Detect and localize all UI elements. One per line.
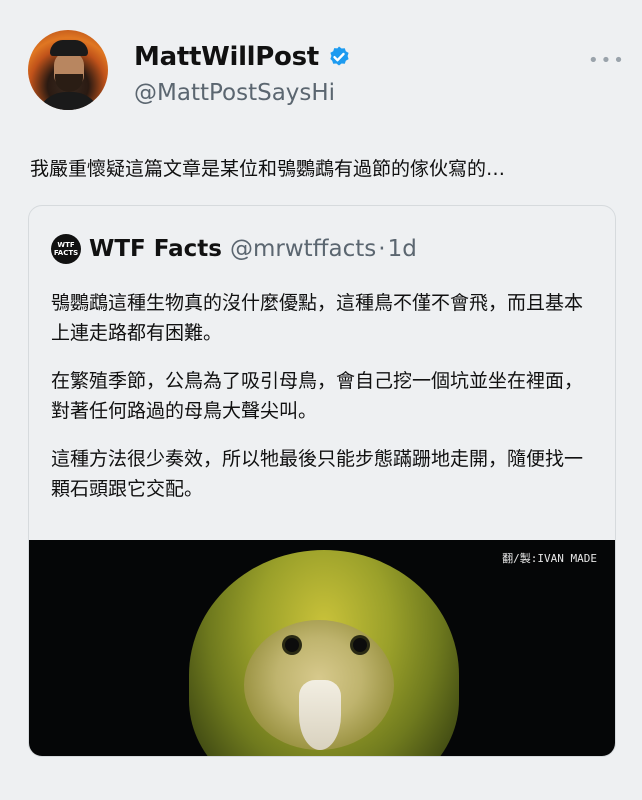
quoted-tweet-body: 鴞鸚鵡這種生物真的沒什麼優點，這種鳥不僅不會飛，而且基本上連走路都有困難。 在繁…	[51, 288, 596, 522]
quoted-author-avatar[interactable]: WTF FACTS	[51, 234, 81, 264]
quoted-timestamp[interactable]: 1d	[388, 236, 417, 262]
author-avatar[interactable]	[28, 30, 108, 110]
quoted-author-handle[interactable]: @mrwtffacts	[230, 236, 376, 262]
image-credit: 翻/製:IVAN MADE	[502, 552, 597, 565]
more-options-icon[interactable]: •••	[588, 50, 626, 71]
avatar-hat	[50, 40, 88, 56]
tweet-header: MattWillPost @MattPostSaysHi •••	[0, 0, 642, 140]
kakapo-bird	[189, 550, 459, 756]
kakapo-photo[interactable]: 翻/製:IVAN MADE	[29, 540, 615, 756]
dot-separator: ·	[378, 236, 386, 262]
bird-eye-left	[285, 638, 299, 652]
quoted-paragraph: 在繁殖季節，公鳥為了吸引母鳥，會自己挖一個坑並坐在裡面，對著任何路過的母鳥大聲尖…	[51, 370, 584, 422]
quoted-author-name[interactable]: WTF Facts	[89, 236, 222, 262]
quoted-tweet-header: WTF FACTS WTF Facts @mrwtffacts · 1d	[51, 232, 417, 266]
logo-text-bottom: FACTS	[53, 249, 79, 257]
author-handle[interactable]: @MattPostSaysHi	[134, 80, 335, 106]
quoted-paragraph: 這種方法很少奏效，所以牠最後只能步態蹣跚地走開，隨便找一顆石頭跟它交配。	[51, 448, 584, 500]
logo-text-top: WTF	[57, 241, 75, 249]
quoted-tweet-card[interactable]: WTF FACTS WTF Facts @mrwtffacts · 1d 鴞鸚鵡…	[28, 205, 616, 757]
quoted-paragraph: 鴞鸚鵡這種生物真的沒什麼優點，這種鳥不僅不會飛，而且基本上連走路都有困難。	[51, 292, 584, 344]
author-name[interactable]: MattWillPost	[134, 42, 351, 72]
avatar-shoulders	[36, 92, 102, 110]
tweet-text: 我嚴重懷疑這篇文章是某位和鴞鸚鵡有過節的傢伙寫的…	[30, 158, 506, 180]
bird-beak	[299, 680, 341, 750]
avatar-beard	[55, 74, 83, 92]
verified-badge-icon	[330, 46, 349, 66]
author-name-text[interactable]: MattWillPost	[134, 42, 319, 72]
bird-eye-right	[353, 638, 367, 652]
